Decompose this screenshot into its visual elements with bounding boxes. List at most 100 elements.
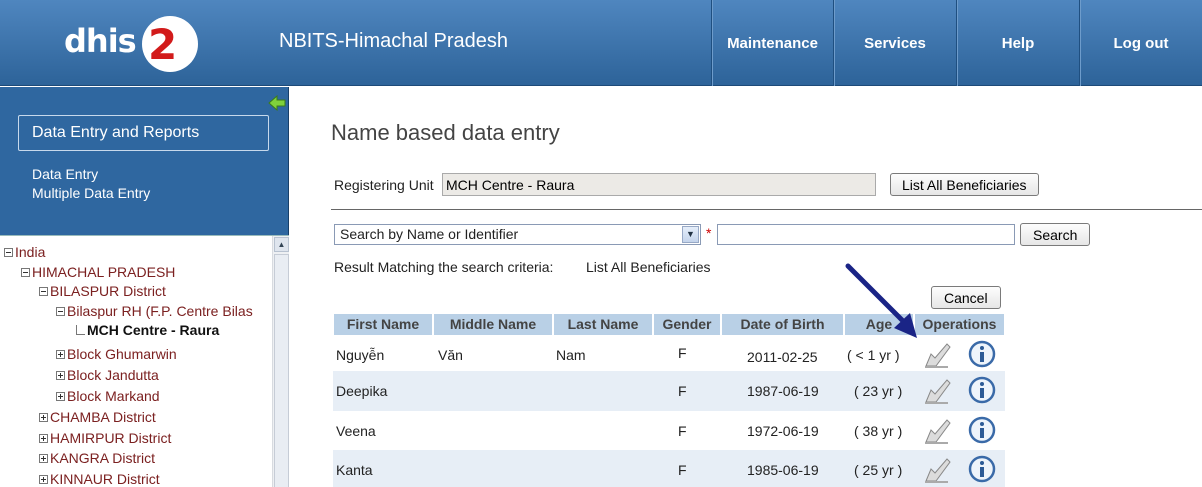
- search-input[interactable]: [717, 224, 1015, 245]
- tree-collapse-icon[interactable]: [39, 287, 48, 296]
- nav-logout[interactable]: Log out: [1079, 0, 1202, 86]
- tree-expand-icon[interactable]: [56, 350, 65, 359]
- tree-leaf-connector: [76, 325, 85, 335]
- tree-node[interactable]: Block Ghumarwin: [56, 346, 177, 362]
- cell-middle-name: Văn: [438, 347, 463, 363]
- cell-age: ( 25 yr ): [854, 462, 903, 478]
- cell-first-name: Nguyễn: [336, 347, 385, 363]
- edit-record-icon[interactable]: [923, 340, 953, 370]
- cell-age: ( 23 yr ): [854, 383, 903, 399]
- tree-expand-icon[interactable]: [39, 434, 48, 443]
- tree-collapse-icon[interactable]: [21, 268, 30, 277]
- top-nav: Maintenance Services Help Log out: [711, 0, 1202, 86]
- table-row: Kanta F 1985-06-19 ( 25 yr ): [333, 450, 1005, 487]
- cell-dob: 2011-02-25: [747, 349, 818, 365]
- tree-node[interactable]: CHAMBA District: [39, 409, 156, 425]
- tree-expand-icon[interactable]: [39, 475, 48, 484]
- tree-node-label: MCH Centre - Raura: [87, 322, 220, 338]
- cell-dob: 1985-06-19: [747, 462, 819, 478]
- cell-age: ( < 1 yr ): [847, 347, 900, 363]
- top-header: dhis 2 NBITS-Himachal Pradesh Maintenanc…: [0, 0, 1202, 86]
- tree-node-label: India: [15, 244, 46, 260]
- cancel-button[interactable]: Cancel: [931, 286, 1001, 309]
- list-all-beneficiaries-button[interactable]: List All Beneficiaries: [890, 173, 1039, 196]
- result-value: List All Beneficiaries: [586, 259, 711, 275]
- tree-expand-icon[interactable]: [56, 371, 65, 380]
- tree-collapse-icon[interactable]: [4, 248, 13, 257]
- scroll-up-icon[interactable]: ▲: [274, 237, 289, 252]
- cell-last-name: Nam: [556, 347, 586, 363]
- tree-node-label: BILASPUR District: [50, 283, 166, 299]
- tree-node[interactable]: HIMACHAL PRADESH: [21, 264, 175, 280]
- sidebar-link-data-entry[interactable]: Data Entry: [32, 166, 98, 182]
- cell-gender: F: [678, 423, 687, 439]
- tree-node-label: KINNAUR District: [50, 471, 160, 487]
- edit-record-icon[interactable]: [923, 455, 953, 485]
- info-icon[interactable]: [967, 454, 997, 484]
- tree-expand-icon[interactable]: [56, 392, 65, 401]
- org-unit-tree: India HIMACHAL PRADESH BILASPUR District…: [0, 235, 289, 487]
- col-age[interactable]: Age: [844, 313, 914, 336]
- col-first-name[interactable]: First Name: [333, 313, 433, 336]
- table-header: First Name Middle Name Last Name Gender …: [333, 313, 1005, 336]
- table-row: Deepika F 1987-06-19 ( 23 yr ): [333, 371, 1005, 411]
- search-type-select[interactable]: Search by Name or Identifier ▼: [334, 224, 701, 245]
- logo-badge: 2: [142, 16, 198, 72]
- col-date-of-birth[interactable]: Date of Birth: [721, 313, 844, 336]
- cell-dob: 1987-06-19: [747, 383, 819, 399]
- tree-node-label: Block Ghumarwin: [67, 346, 177, 362]
- search-type-value: Search by Name or Identifier: [340, 226, 519, 242]
- nav-services[interactable]: Services: [833, 0, 956, 86]
- cell-age: ( 38 yr ): [854, 423, 903, 439]
- divider: [331, 209, 1202, 210]
- tree-node-selected[interactable]: MCH Centre - Raura: [76, 322, 219, 338]
- tree-node-label: Block Jandutta: [67, 367, 159, 383]
- result-label: Result Matching the search criteria:: [334, 259, 554, 275]
- scroll-thumb[interactable]: [274, 254, 289, 487]
- tree-node[interactable]: BILASPUR District: [39, 283, 166, 299]
- col-last-name[interactable]: Last Name: [553, 313, 653, 336]
- tree-node-label: HAMIRPUR District: [50, 430, 172, 446]
- nav-maintenance[interactable]: Maintenance: [711, 0, 833, 86]
- cell-gender: F: [678, 462, 687, 478]
- tree-node[interactable]: Block Markand: [56, 388, 160, 404]
- tree-node[interactable]: KINNAUR District: [39, 471, 160, 487]
- tree-expand-icon[interactable]: [39, 454, 48, 463]
- tree-expand-icon[interactable]: [39, 413, 48, 422]
- cell-first-name: Kanta: [336, 462, 373, 478]
- col-middle-name[interactable]: Middle Name: [433, 313, 553, 336]
- tree-node[interactable]: Bilaspur RH (F.P. Centre Bilas: [56, 303, 253, 319]
- chevron-down-icon[interactable]: ▼: [682, 226, 699, 243]
- dhis2-logo[interactable]: dhis 2: [64, 16, 204, 72]
- table-row: Nguyễn Văn Nam F 2011-02-25 ( < 1 yr ): [333, 337, 1005, 371]
- cell-dob: 1972-06-19: [747, 423, 819, 439]
- tree-collapse-icon[interactable]: [56, 307, 65, 316]
- col-gender[interactable]: Gender: [653, 313, 721, 336]
- cell-first-name: Veena: [336, 423, 376, 439]
- tree-scrollbar[interactable]: ▲: [272, 236, 289, 487]
- tree-node[interactable]: India: [4, 244, 45, 260]
- nav-help[interactable]: Help: [956, 0, 1079, 86]
- logo-word: dhis: [64, 22, 137, 60]
- sidebar-link-multiple-data-entry[interactable]: Multiple Data Entry: [32, 185, 150, 201]
- edit-record-icon[interactable]: [923, 416, 953, 446]
- tree-node[interactable]: KANGRA District: [39, 450, 155, 466]
- app-window: dhis 2 NBITS-Himachal Pradesh Maintenanc…: [0, 0, 1202, 487]
- search-button[interactable]: Search: [1020, 223, 1091, 246]
- required-marker: *: [706, 225, 712, 241]
- tree-node[interactable]: HAMIRPUR District: [39, 430, 171, 446]
- info-icon[interactable]: [967, 339, 997, 369]
- main-content: Name based data entry Registering Unit L…: [290, 87, 1202, 487]
- collapse-arrow-icon[interactable]: [268, 95, 286, 111]
- tree-node-label: Block Markand: [67, 388, 160, 404]
- cell-gender: F: [678, 345, 687, 361]
- module-selector[interactable]: Data Entry and Reports: [18, 115, 269, 151]
- tree-node-label: KANGRA District: [50, 450, 156, 466]
- tree-node[interactable]: Block Jandutta: [56, 367, 159, 383]
- tree-node-label: HIMACHAL PRADESH: [32, 264, 176, 280]
- tree-node-label: Bilaspur RH (F.P. Centre Bilas: [67, 303, 253, 319]
- edit-record-icon[interactable]: [923, 376, 953, 406]
- registering-unit-field[interactable]: [442, 173, 876, 196]
- info-icon[interactable]: [967, 375, 997, 405]
- info-icon[interactable]: [967, 415, 997, 445]
